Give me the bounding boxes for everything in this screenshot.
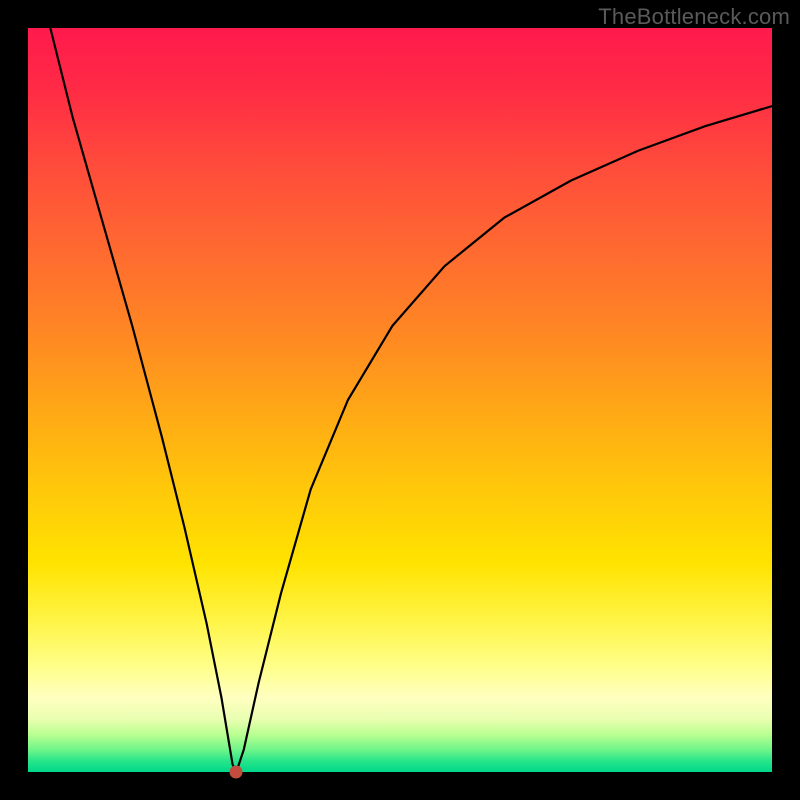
- chart-frame: TheBottleneck.com: [0, 0, 800, 800]
- bottleneck-curve: [28, 28, 772, 772]
- minimum-marker: [230, 766, 243, 779]
- plot-area: [28, 28, 772, 772]
- watermark-text: TheBottleneck.com: [598, 4, 790, 30]
